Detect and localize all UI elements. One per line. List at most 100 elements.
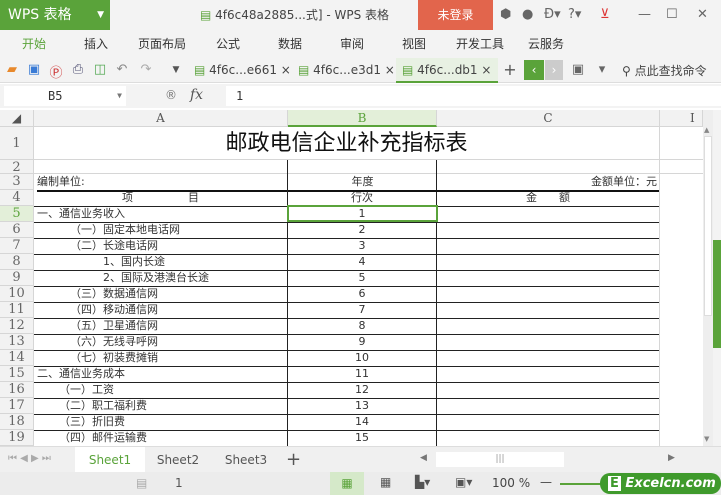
row-header[interactable]: 4	[0, 190, 34, 206]
item-cell[interactable]: 1、国内长途	[34, 254, 287, 271]
amount-cell[interactable]	[437, 334, 659, 335]
line-no-cell[interactable]: 6	[288, 286, 436, 303]
item-cell[interactable]: （七）初装费摊销	[34, 350, 287, 367]
reading-mode-icon[interactable]: ▙▾	[415, 475, 430, 489]
item-cell[interactable]: （六）无线寻呼网	[34, 334, 287, 351]
amount-cell[interactable]	[437, 286, 659, 287]
item-cell[interactable]: 一、通信业务收入	[34, 206, 287, 223]
amount-cell[interactable]	[437, 270, 659, 271]
maximize-button[interactable]: ☐	[666, 7, 678, 22]
export-pdf-icon[interactable]: Ⓟ	[48, 62, 64, 81]
side-panel-handle[interactable]	[713, 240, 721, 348]
line-no-cell[interactable]: 14	[288, 414, 436, 431]
wps-menu-button[interactable]: WPS 表格 ▼	[0, 0, 110, 30]
line-no-cell[interactable]: 13	[288, 398, 436, 415]
item-cell[interactable]: （三）数据通信网	[34, 286, 287, 303]
minimize-button[interactable]: —	[638, 7, 651, 22]
column-header-a[interactable]: A	[34, 110, 288, 127]
page-break-view-icon[interactable]: ▦	[380, 475, 391, 489]
line-no-cell[interactable]: 9	[288, 334, 436, 351]
amount-cell[interactable]	[437, 350, 659, 351]
scroll-up-icon[interactable]: ▲	[704, 126, 709, 134]
line-no-cell[interactable]: 12	[288, 382, 436, 399]
item-cell[interactable]: 2、国际及港澳台长途	[34, 270, 287, 287]
line-no-cell[interactable]: 11	[288, 366, 436, 383]
row-header[interactable]: 18	[0, 414, 34, 430]
line-no-cell[interactable]: 4	[288, 254, 436, 271]
help-icon[interactable]: ?▾	[568, 7, 581, 22]
active-cell-b5[interactable]	[287, 205, 438, 222]
menu-data[interactable]: 数据	[278, 30, 302, 58]
login-button[interactable]: 未登录	[418, 0, 493, 30]
zoom-out-button[interactable]: —	[540, 475, 552, 489]
doc-tab[interactable]: ▤ 4f6c...e3d1 ×	[292, 58, 396, 83]
menu-review[interactable]: 审阅	[340, 30, 364, 58]
row-header[interactable]: 2	[0, 160, 34, 175]
close-button[interactable]: ✕	[697, 7, 708, 22]
column-header-b[interactable]: B	[288, 110, 437, 127]
menu-home[interactable]: 开始	[22, 30, 46, 58]
spreadsheet-grid[interactable]: ◢ A B C I 1 2 3 4 邮政电信企业补充指标表 编制单位: 年度 金…	[0, 110, 703, 446]
row-header[interactable]: 12	[0, 318, 34, 334]
customize-dropdown-icon[interactable]: ▼	[168, 65, 184, 75]
amount-cell[interactable]	[437, 398, 659, 399]
row-header[interactable]: 11	[0, 302, 34, 318]
name-box[interactable]: B5 ▼	[4, 86, 126, 106]
zoom-level[interactable]: 100 %	[492, 476, 530, 490]
formula-input[interactable]: 1	[226, 86, 721, 106]
row-header[interactable]: 6	[0, 222, 34, 238]
line-no-cell[interactable]: 15	[288, 430, 436, 446]
skin-icon[interactable]: ⬢	[500, 7, 511, 22]
add-sheet-icon[interactable]: +	[286, 449, 301, 470]
sheet-tab-1[interactable]: Sheet1	[75, 447, 145, 473]
amount-cell[interactable]	[437, 206, 659, 207]
open-icon[interactable]: ▰	[4, 62, 20, 77]
redo-icon[interactable]: ↷	[138, 62, 154, 77]
item-cell[interactable]: （四）邮件运输费	[34, 430, 287, 446]
row-header[interactable]: 8	[0, 254, 34, 270]
item-cell[interactable]: （二）职工福利费	[34, 398, 287, 415]
line-no-cell[interactable]: 5	[288, 270, 436, 287]
column-header-i[interactable]: I	[660, 110, 703, 127]
row-header[interactable]: 10	[0, 286, 34, 302]
select-all-corner[interactable]: ◢	[0, 110, 34, 127]
item-cell[interactable]: （一）固定本地电话网	[34, 222, 287, 239]
pin-icon[interactable]: ▾	[594, 62, 610, 77]
menu-cloud[interactable]: 云服务	[528, 30, 564, 58]
vertical-scrollbar[interactable]: ▲ ▼	[703, 110, 713, 446]
row-header[interactable]: 17	[0, 398, 34, 414]
settings-icon[interactable]: ●	[522, 7, 533, 22]
menu-formulas[interactable]: 公式	[216, 30, 240, 58]
amount-cell[interactable]	[437, 382, 659, 383]
tab-prev-button[interactable]: ‹	[524, 60, 544, 80]
item-cell[interactable]: （三）折旧费	[34, 414, 287, 431]
line-no-cell[interactable]: 8	[288, 318, 436, 335]
sheet-nav-icon[interactable]: ⏮ ◀ ▶ ⏭	[8, 453, 51, 464]
row-header[interactable]: 15	[0, 366, 34, 382]
line-no-cell[interactable]: 3	[288, 238, 436, 255]
amount-cell[interactable]	[437, 414, 659, 415]
amount-cell[interactable]	[437, 254, 659, 255]
menu-view[interactable]: 视图	[402, 30, 426, 58]
column-header-c[interactable]: C	[437, 110, 660, 127]
search-command[interactable]: ⚲ 点此查找命令	[622, 62, 707, 79]
function-icon[interactable]: fx	[190, 87, 203, 103]
update-icon[interactable]: ⊻	[600, 7, 610, 22]
undo-icon[interactable]: ↶	[114, 62, 130, 77]
window-list-icon[interactable]: ▣	[570, 62, 586, 77]
item-cell[interactable]: 二、通信业务成本	[34, 366, 287, 383]
sheet-tab-2[interactable]: Sheet2	[143, 447, 213, 473]
save-icon[interactable]: ▣	[26, 62, 42, 77]
line-no-cell[interactable]: 10	[288, 350, 436, 367]
menu-developer[interactable]: 开发工具	[456, 30, 504, 58]
horizontal-scroll-thumb[interactable]: |||	[436, 452, 564, 467]
item-cell[interactable]: （五）卫星通信网	[34, 318, 287, 335]
amount-cell[interactable]	[437, 318, 659, 319]
feedback-icon[interactable]: Ð▾	[544, 7, 561, 22]
row-header[interactable]: 13	[0, 334, 34, 350]
row-header[interactable]: 1	[0, 127, 34, 160]
row-header[interactable]: 3	[0, 174, 34, 190]
print-preview-icon[interactable]: ◫	[92, 62, 108, 77]
line-no-cell[interactable]: 7	[288, 302, 436, 319]
item-cell[interactable]: （一）工资	[34, 382, 287, 399]
